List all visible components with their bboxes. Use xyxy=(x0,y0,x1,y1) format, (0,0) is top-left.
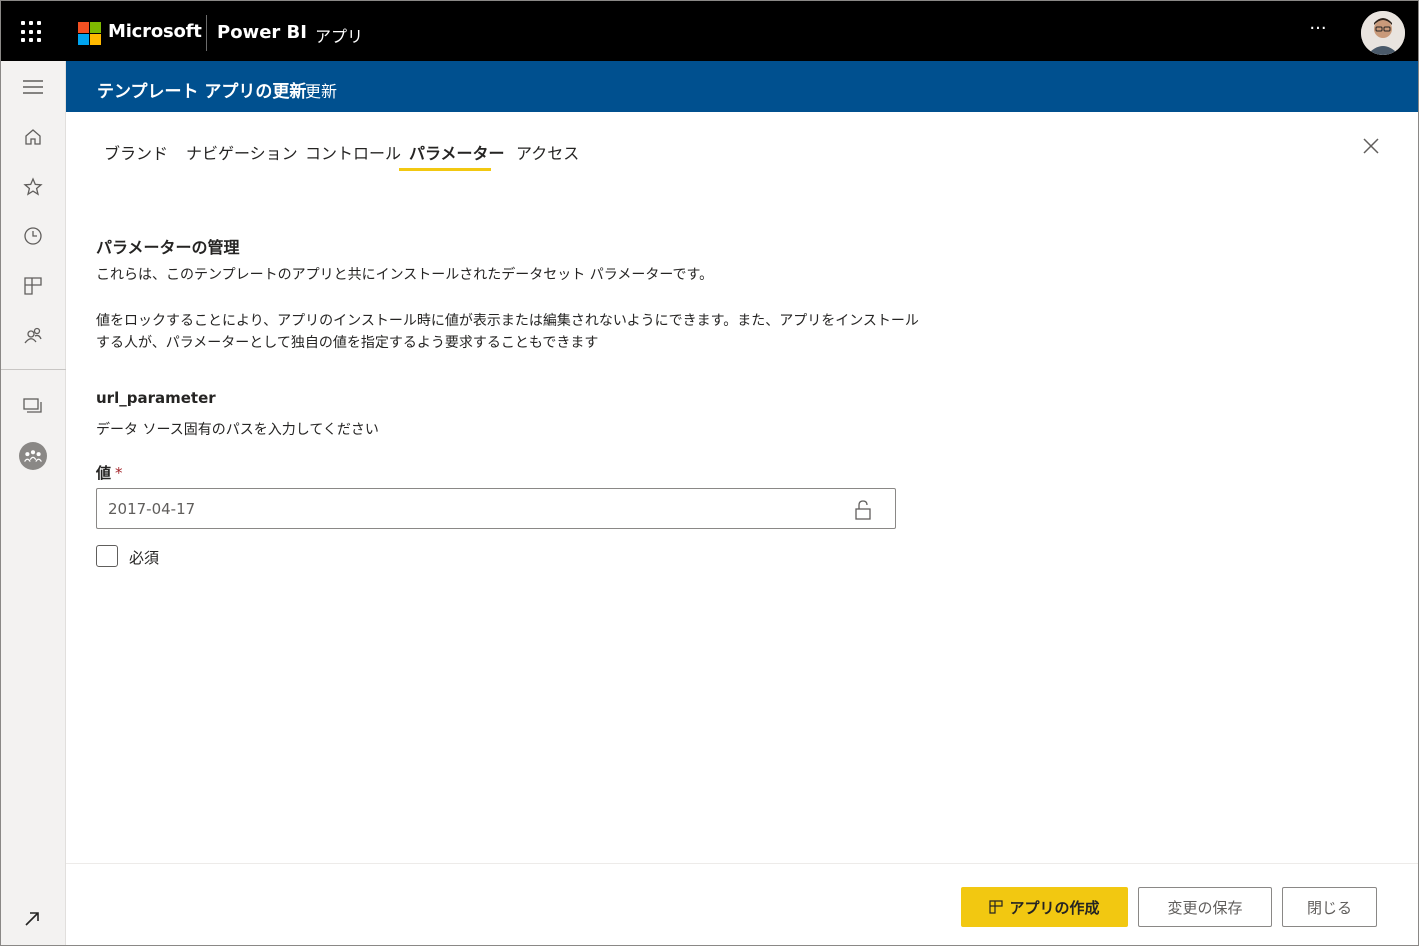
workspace-avatar-icon[interactable] xyxy=(19,442,47,470)
menu-icon[interactable] xyxy=(19,73,47,101)
app-launcher-icon[interactable] xyxy=(21,21,43,43)
tab-parameters[interactable]: パラメーター xyxy=(409,140,505,164)
tab-navigation[interactable]: ナビゲーション xyxy=(186,140,298,164)
tab-brand[interactable]: ブランド xyxy=(104,140,168,164)
tab-control[interactable]: コントロール xyxy=(305,140,401,164)
product-name[interactable]: Power BI xyxy=(217,22,307,43)
page-title: テンプレート アプリの更新 xyxy=(97,82,307,102)
home-icon[interactable] xyxy=(19,123,47,151)
page-subtitle: 更新 xyxy=(305,82,338,101)
brand-name[interactable]: Microsoft xyxy=(108,21,202,42)
lock-description-line-2: する人が、パラメーターとして独自の値を指定するよう要求することもできます xyxy=(96,335,599,351)
parameter-value-text[interactable]: 2017-04-17 xyxy=(108,500,195,518)
user-avatar[interactable] xyxy=(1361,11,1405,55)
intro-text: これらは、このテンプレートのアプリと共にインストールされたデータセット パラメー… xyxy=(96,267,714,283)
workspaces-icon[interactable] xyxy=(19,392,47,420)
apps-icon xyxy=(989,900,1004,914)
more-options-icon[interactable]: ··· xyxy=(1303,17,1333,45)
brand-divider xyxy=(206,15,207,51)
top-bar: Microsoft Power BI アプリ ··· xyxy=(1,1,1418,61)
lock-description-line-1: 値をロックすることにより、アプリのインストール時に値が表示または編集されないよう… xyxy=(96,313,919,329)
favorites-star-icon[interactable] xyxy=(19,173,47,201)
nav-separator xyxy=(1,369,66,370)
microsoft-logo-icon xyxy=(78,22,101,45)
parameter-name: url_parameter xyxy=(96,389,216,407)
value-label: 値 * xyxy=(96,464,123,482)
section-title: パラメーターの管理 xyxy=(96,238,240,257)
parameter-description: データ ソース固有のパスを入力してください xyxy=(96,422,379,438)
create-app-button[interactable]: アプリの作成 xyxy=(961,887,1128,927)
recent-clock-icon[interactable] xyxy=(19,222,47,250)
shared-with-me-icon[interactable] xyxy=(19,322,47,350)
page-header: テンプレート アプリの更新 更新 xyxy=(66,61,1418,112)
required-checkbox-label[interactable]: 必須 xyxy=(129,547,159,568)
close-icon[interactable] xyxy=(1359,134,1383,158)
required-checkbox[interactable] xyxy=(96,545,118,567)
left-navigation xyxy=(1,61,66,945)
required-marker: * xyxy=(115,464,123,482)
parameter-value-field[interactable]: 2017-04-17 xyxy=(96,488,896,529)
breadcrumb-section[interactable]: アプリ xyxy=(315,23,363,47)
apps-icon[interactable] xyxy=(19,272,47,300)
close-button[interactable]: 閉じる xyxy=(1282,887,1377,927)
unlock-icon[interactable] xyxy=(853,499,873,521)
create-app-label: アプリの作成 xyxy=(1009,898,1100,917)
active-tab-indicator xyxy=(399,168,491,171)
tab-access[interactable]: アクセス xyxy=(516,140,579,164)
save-changes-button[interactable]: 変更の保存 xyxy=(1138,887,1272,927)
footer-divider xyxy=(66,863,1418,864)
expand-arrow-icon[interactable] xyxy=(18,905,46,933)
